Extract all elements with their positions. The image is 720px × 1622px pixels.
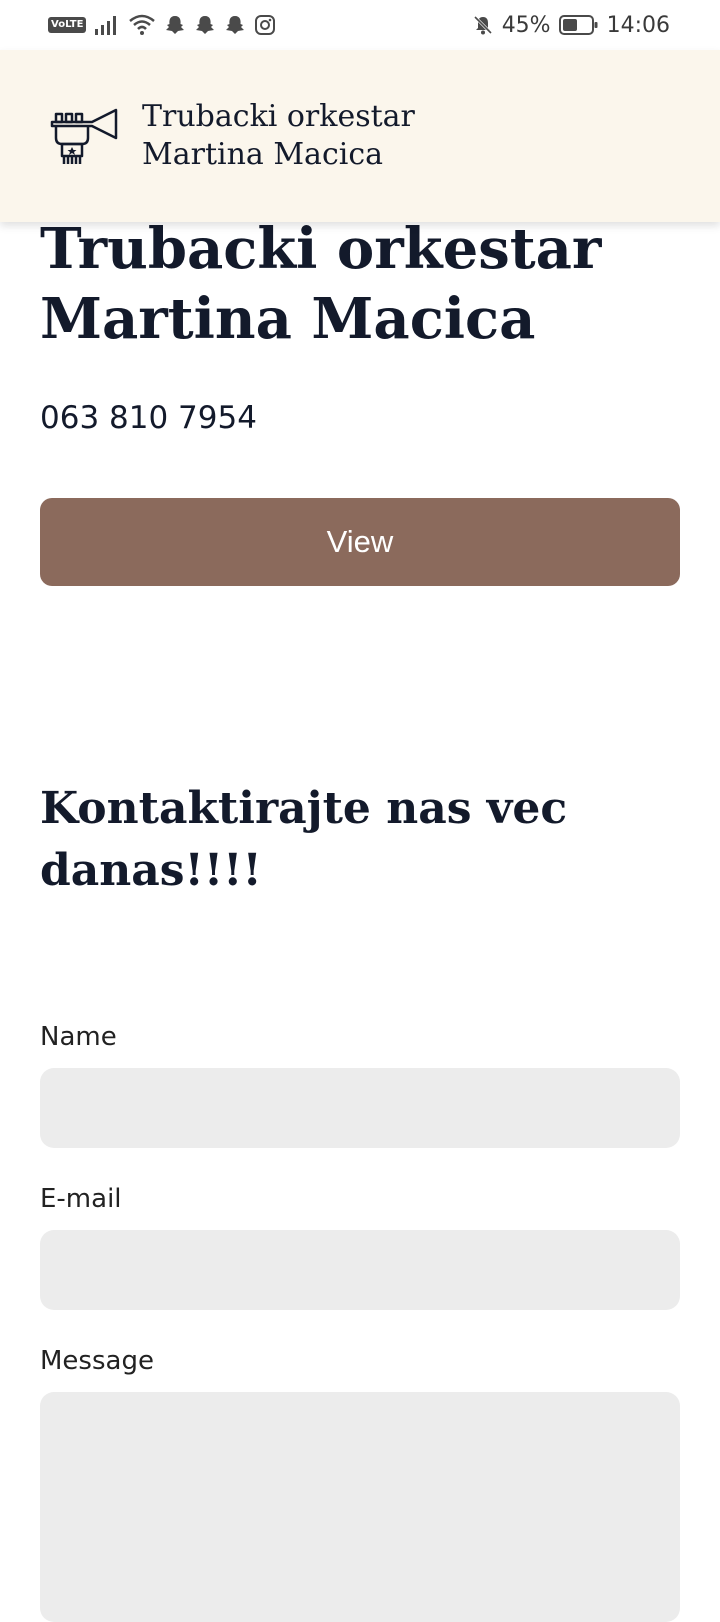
snapchat-icon: [164, 14, 186, 36]
phone-number[interactable]: 063 810 7954: [40, 400, 257, 436]
view-button[interactable]: View: [40, 498, 680, 586]
battery-percent: 45%: [501, 12, 551, 38]
page-title: Trubacki orkestar Martina Macica: [40, 216, 602, 352]
instagram-icon: [254, 14, 276, 36]
name-label: Name: [40, 1022, 117, 1052]
trumpet-icon[interactable]: [48, 100, 120, 172]
email-field[interactable]: [40, 1230, 680, 1310]
wifi-icon: [128, 14, 156, 36]
app-header: Trubacki orkestar Martina Macica: [0, 50, 720, 222]
email-label: E-mail: [40, 1184, 122, 1214]
message-field[interactable]: [40, 1392, 680, 1622]
bell-muted-icon: [472, 14, 494, 36]
status-bar: VoLTE 45% 14:06: [0, 0, 720, 50]
message-label: Message: [40, 1346, 154, 1376]
battery-icon: [558, 14, 599, 36]
status-left-icons: VoLTE: [48, 14, 276, 36]
signal-icon: [94, 14, 120, 36]
snapchat-icon: [194, 14, 216, 36]
status-right-icons: 45% 14:06: [472, 13, 670, 38]
volte-badge: VoLTE: [48, 17, 87, 33]
snapchat-icon: [224, 14, 246, 36]
name-field[interactable]: [40, 1068, 680, 1148]
header-title[interactable]: Trubacki orkestar Martina Macica: [142, 98, 442, 174]
clock: 14:06: [606, 12, 670, 38]
contact-heading: Kontaktirajte nas vec danas!!!!: [40, 783, 568, 896]
